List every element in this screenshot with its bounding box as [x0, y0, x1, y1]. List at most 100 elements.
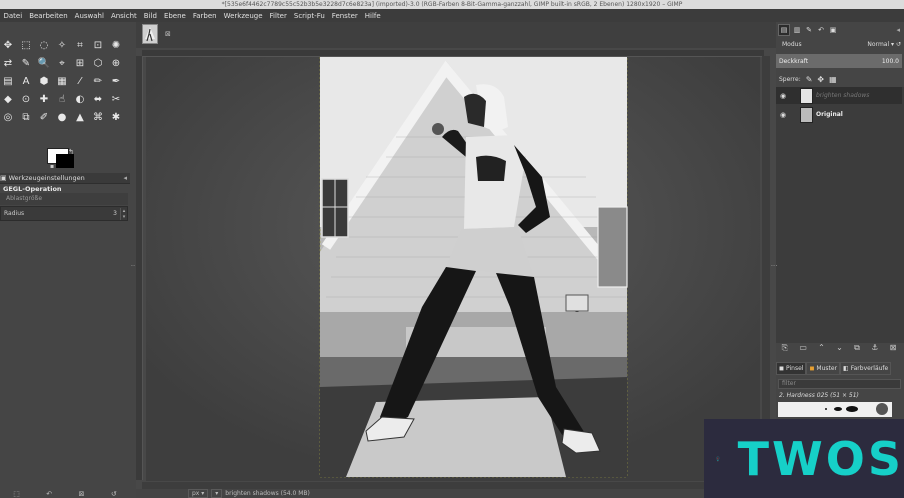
dock-resize-grip[interactable]: ⋮: [770, 262, 778, 269]
mypaint-brush-tool-icon[interactable]: ✐: [36, 109, 52, 125]
unified-transform-tool-icon[interactable]: ⊡: [90, 37, 106, 53]
zoom-select[interactable]: ▾: [211, 489, 223, 498]
delete-options-icon[interactable]: ⊠: [79, 490, 85, 498]
layer-row[interactable]: ◉ Original: [776, 106, 902, 123]
mode-value[interactable]: Normal ▾ ↺: [867, 41, 901, 48]
brush-filter-input[interactable]: filter: [778, 379, 901, 389]
rect-select-tool-icon[interactable]: ⬚: [18, 37, 34, 53]
visibility-eye-icon[interactable]: ◉: [776, 111, 790, 119]
menu-item[interactable]: Hilfe: [361, 12, 384, 20]
lock-pixels-icon[interactable]: ✎: [806, 75, 813, 84]
tab-brushes[interactable]: ◼ Pinsel: [776, 362, 807, 375]
lock-position-icon[interactable]: ✥: [817, 75, 824, 84]
channels-tab-icon[interactable]: ▥: [792, 25, 802, 35]
duplicate-layer-icon[interactable]: ⧉: [854, 343, 860, 353]
lasso-tool-icon[interactable]: ◌: [36, 37, 52, 53]
blur-tool-icon[interactable]: ●: [54, 109, 70, 125]
smudge-tool-icon[interactable]: ☝: [54, 91, 70, 107]
decrement-icon[interactable]: ▾: [121, 214, 127, 220]
anchor-layer-icon[interactable]: ⚓: [871, 343, 878, 352]
image-canvas[interactable]: [146, 57, 760, 481]
ink-tool-icon[interactable]: ◆: [0, 91, 16, 107]
radius-stepper[interactable]: ▴ ▾: [120, 207, 127, 220]
radius-spinner[interactable]: Radius 3 ▴ ▾: [0, 206, 128, 221]
pattern-tab-icon: ◼: [809, 365, 815, 372]
move-tool-icon[interactable]: ✥: [0, 37, 16, 53]
fill-tool-icon[interactable]: ▤: [0, 73, 16, 89]
menu-item[interactable]: Script-Fu: [290, 12, 328, 20]
reset-options-icon[interactable]: ↺: [111, 490, 117, 498]
fuzzy-select-tool-icon[interactable]: ✧: [54, 37, 70, 53]
path-tool-icon[interactable]: ✎: [18, 55, 34, 71]
paths-tab-icon[interactable]: ✎: [804, 25, 814, 35]
menu-item[interactable]: Werkzeuge: [220, 12, 266, 20]
airbrush-tool-icon[interactable]: ✒: [108, 73, 124, 89]
menu-item[interactable]: Filter: [266, 12, 290, 20]
brush-grid[interactable]: [778, 402, 892, 417]
swap-colors-icon[interactable]: ↰: [68, 148, 74, 156]
new-layer-icon[interactable]: ⎘: [782, 343, 788, 353]
status-text: brighten shadows (54.0 MB): [225, 490, 310, 497]
preset-field[interactable]: Ablastgröße: [0, 193, 128, 205]
close-tab-icon[interactable]: ⊠: [165, 30, 171, 38]
opacity-slider[interactable]: Deckkraft 100.0: [776, 54, 902, 68]
background-color-swatch[interactable]: [56, 154, 74, 168]
zoom-tool-icon[interactable]: 🔍: [36, 55, 52, 71]
align-tool-icon[interactable]: ⊞: [72, 55, 88, 71]
tab-gradients[interactable]: ◧ Farbverläufe: [840, 362, 892, 375]
text-edit-tool-icon[interactable]: ✱: [108, 109, 124, 125]
restore-options-icon[interactable]: ↶: [46, 490, 52, 498]
mode-label: Modus: [782, 40, 802, 48]
menu-item[interactable]: Datei: [0, 12, 26, 20]
delete-layer-icon[interactable]: ⊠: [890, 343, 897, 352]
sharpen-tool-icon[interactable]: ▲: [72, 109, 88, 125]
dodge-tool-icon[interactable]: ◐: [72, 91, 88, 107]
pencil-tool-icon[interactable]: ✏: [90, 73, 106, 89]
menu-item[interactable]: Farben: [189, 12, 220, 20]
gradient-tool-icon[interactable]: ▦: [54, 73, 70, 89]
text-tool-icon[interactable]: A: [18, 73, 34, 89]
horizontal-scrollbar[interactable]: [142, 482, 762, 489]
color-picker-tool-icon[interactable]: ⬌: [90, 91, 106, 107]
reset-colors-icon[interactable]: ▪: [50, 163, 54, 170]
configure-icon[interactable]: ◂: [896, 26, 900, 34]
unit-select[interactable]: px ▾: [188, 489, 209, 498]
clone-tool-icon[interactable]: ⊙: [18, 91, 34, 107]
window-title: *[535e6f4462c7789c55c52b3b5e3228d7c6e823…: [0, 0, 904, 9]
menu-item[interactable]: Auswahl: [71, 12, 107, 20]
handle-transform-tool-icon[interactable]: ⊕: [108, 55, 124, 71]
heal-tool-icon[interactable]: ✚: [36, 91, 52, 107]
layers-tab-icon[interactable]: ▤: [778, 24, 790, 36]
lower-layer-icon[interactable]: ⌄: [836, 343, 843, 352]
lock-alpha-icon[interactable]: ▦: [829, 75, 837, 84]
raise-layer-icon[interactable]: ⌃: [818, 343, 825, 352]
layer-row[interactable]: ◉ brighten shadows: [776, 87, 902, 104]
configure-icon[interactable]: ◂: [123, 174, 127, 182]
paintbrush-tool-icon[interactable]: ⁄: [72, 73, 88, 89]
cage-tool-icon[interactable]: ⬡: [90, 55, 106, 71]
paths-tool-icon[interactable]: ⌘: [90, 109, 106, 125]
flip-tool-icon[interactable]: ⇄: [0, 55, 16, 71]
crop-tool-icon[interactable]: ⌗: [72, 37, 88, 53]
tab-patterns[interactable]: ◼ Muster: [806, 362, 841, 375]
scissors-tool-icon[interactable]: ✂: [108, 91, 124, 107]
menu-item[interactable]: Bearbeiten: [26, 12, 71, 20]
undo-tab-icon[interactable]: ↶: [816, 25, 826, 35]
visibility-eye-icon[interactable]: ◉: [776, 92, 790, 100]
save-options-icon[interactable]: ⬚: [13, 490, 20, 498]
bucket-fill-tool-icon[interactable]: ⬢: [36, 73, 52, 89]
images-tab-icon[interactable]: ▣: [828, 25, 838, 35]
tool-options-tab[interactable]: ▣ Werkzeugeinstellungen ◂: [0, 173, 130, 184]
layer-mode-row[interactable]: Modus Normal ▾ ↺: [776, 39, 904, 49]
perspective-clone-tool-icon[interactable]: ⧉: [18, 109, 34, 125]
lightbulb-icon: [716, 456, 720, 461]
menu-item[interactable]: Fenster: [328, 12, 361, 20]
menu-item[interactable]: Ebene: [160, 12, 189, 20]
foreground-select-tool-icon[interactable]: ◎: [0, 109, 16, 125]
measure-tool-icon[interactable]: ⌖: [54, 55, 70, 71]
new-group-icon[interactable]: ▭: [799, 343, 807, 352]
menu-item[interactable]: Bild: [140, 12, 160, 20]
image-tab-thumbnail[interactable]: [142, 24, 158, 44]
menu-item[interactable]: Ansicht: [107, 12, 140, 20]
warp-tool-icon[interactable]: ✺: [108, 37, 124, 53]
